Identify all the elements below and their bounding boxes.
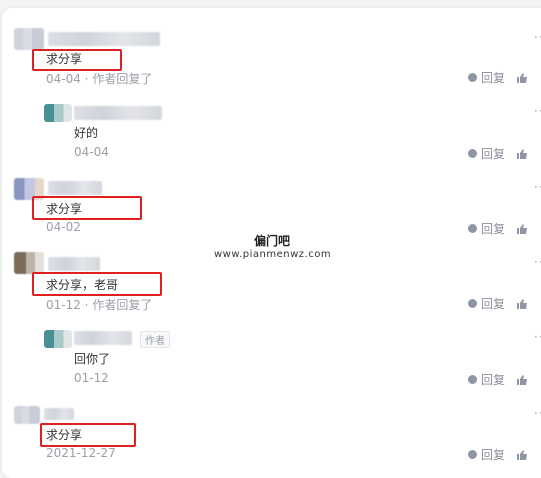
comment-meta: 04-04 · 作者回复了: [46, 72, 153, 86]
more-icon[interactable]: ··: [534, 104, 541, 118]
reply-button[interactable]: 回复: [468, 69, 528, 86]
comment-icon: [468, 224, 477, 233]
author-badge: 作者: [140, 331, 170, 348]
reply-button[interactable]: 回复: [468, 220, 528, 237]
reply-avatar[interactable]: [44, 330, 72, 348]
comment-text: 好的: [74, 126, 99, 140]
highlight-box: [32, 272, 162, 296]
reply-button[interactable]: 回复: [468, 295, 528, 312]
more-icon[interactable]: ··: [534, 30, 541, 44]
blurred-username[interactable]: [74, 331, 132, 345]
comment-list-card: ·· 求分享 04-04 · 作者回复了 回复 ·· 好的 04-04 回复 ·…: [2, 8, 541, 478]
comment-icon: [468, 299, 477, 308]
comment-meta: 04-04: [74, 145, 109, 159]
more-icon[interactable]: ··: [534, 330, 541, 344]
highlight-box: [32, 49, 122, 71]
more-icon[interactable]: ··: [534, 255, 541, 269]
reply-button[interactable]: 回复: [468, 145, 528, 162]
more-icon[interactable]: ··: [534, 180, 541, 194]
comment-icon: [468, 73, 477, 82]
blurred-username[interactable]: [48, 181, 102, 195]
watermark: 偏门吧 www.pianmenwz.com: [214, 232, 331, 260]
reply-avatar[interactable]: [44, 104, 72, 122]
like-icon[interactable]: [517, 72, 528, 83]
like-icon[interactable]: [517, 374, 528, 385]
user-avatar[interactable]: [14, 252, 44, 274]
blurred-username[interactable]: [48, 257, 100, 271]
comment-icon: [468, 375, 477, 384]
highlight-box: [40, 423, 136, 447]
like-icon[interactable]: [517, 223, 528, 234]
comment-meta: 04-02: [46, 220, 81, 234]
reply-button[interactable]: 回复: [468, 446, 528, 463]
blurred-username[interactable]: [74, 106, 162, 120]
comment-text: 回你了: [74, 352, 111, 366]
blurred-username[interactable]: [48, 32, 160, 46]
user-avatar[interactable]: [14, 28, 44, 50]
comment-meta: 01-12: [74, 371, 109, 385]
like-icon[interactable]: [517, 449, 528, 460]
like-icon[interactable]: [517, 148, 528, 159]
watermark-title: 偏门吧: [253, 234, 290, 248]
more-icon[interactable]: ··: [534, 406, 541, 420]
comment-icon: [468, 149, 477, 158]
reply-button[interactable]: 回复: [468, 371, 528, 388]
blurred-username[interactable]: [44, 408, 74, 420]
user-avatar[interactable]: [14, 406, 40, 424]
like-icon[interactable]: [517, 298, 528, 309]
comment-icon: [468, 450, 477, 459]
watermark-url: www.pianmenwz.com: [214, 249, 332, 260]
comment-meta: 01-12 · 作者回复了: [46, 298, 153, 312]
highlight-box: [32, 196, 142, 220]
comment-meta: 2021-12-27: [46, 446, 116, 460]
